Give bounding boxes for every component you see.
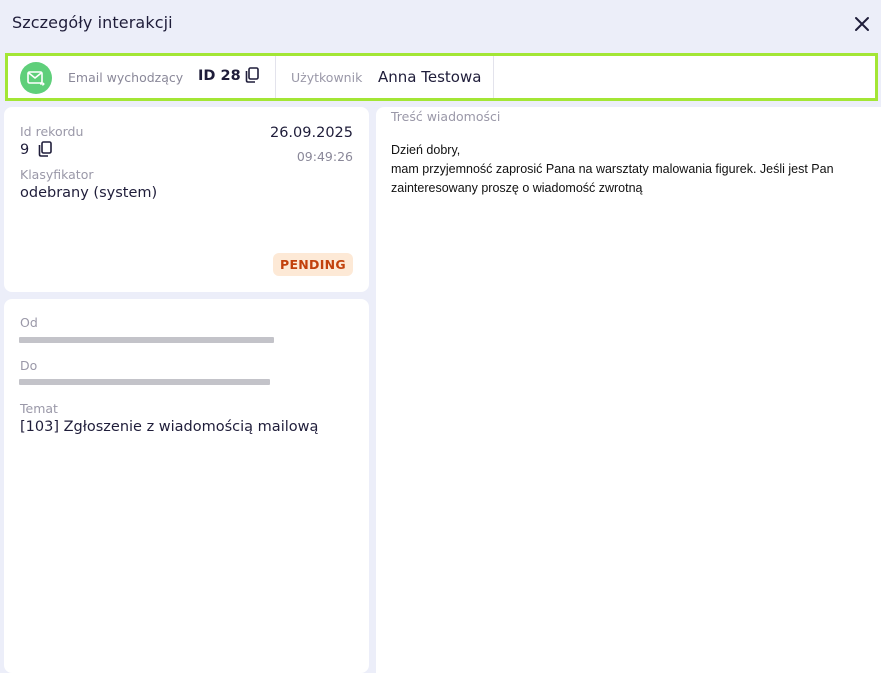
user-label: Użytkownik bbox=[291, 70, 363, 85]
classifier-label: Klasyfikator bbox=[20, 167, 94, 182]
message-label: Treść wiadomości bbox=[391, 109, 501, 124]
mail-outgoing-icon bbox=[20, 62, 52, 94]
interaction-type-label: Email wychodzący bbox=[68, 70, 184, 85]
interaction-info-bar: Email wychodzący ID 28 Użytkownik Anna T… bbox=[5, 53, 878, 101]
dialog-title: Szczegóły interakcji bbox=[12, 13, 173, 32]
record-id-label: Id rekordu bbox=[20, 124, 84, 139]
record-id-value: 9 bbox=[20, 142, 30, 158]
record-date: 26.09.2025 bbox=[269, 125, 353, 141]
message-line: mam przyjemność zaprosić Pana na warszta… bbox=[391, 162, 834, 195]
copy-icon[interactable] bbox=[38, 141, 52, 157]
status-badge: PENDING bbox=[272, 253, 353, 276]
subject-label: Temat bbox=[20, 401, 58, 416]
close-icon[interactable] bbox=[852, 14, 872, 34]
record-time: 09:49:26 bbox=[296, 149, 353, 164]
from-label: Od bbox=[20, 315, 38, 330]
message-body: Dzień dobry, mam przyjemność zaprosić Pa… bbox=[391, 141, 861, 198]
divider bbox=[275, 56, 276, 98]
classifier-value: odebrany (system) bbox=[20, 185, 158, 201]
record-card: Id rekordu 9 26.09.2025 09:49:26 Klasyfi… bbox=[4, 107, 369, 292]
interaction-id: ID 28 bbox=[198, 68, 241, 84]
mail-details-card: Od Do Temat [103] Zgłoszenie z wiadomośc… bbox=[4, 299, 369, 673]
to-value-redacted bbox=[19, 379, 270, 385]
message-line: Dzień dobry, bbox=[391, 143, 461, 157]
from-value-redacted bbox=[19, 337, 274, 343]
to-label: Do bbox=[20, 358, 38, 373]
user-name: Anna Testowa bbox=[378, 68, 482, 86]
divider bbox=[493, 56, 494, 98]
dialog-header: Szczegóły interakcji bbox=[0, 0, 881, 48]
copy-icon[interactable] bbox=[245, 67, 259, 83]
subject-value: [103] Zgłoszenie z wiadomością mailową bbox=[20, 419, 319, 435]
message-card: Treść wiadomości Dzień dobry, mam przyje… bbox=[376, 107, 881, 673]
